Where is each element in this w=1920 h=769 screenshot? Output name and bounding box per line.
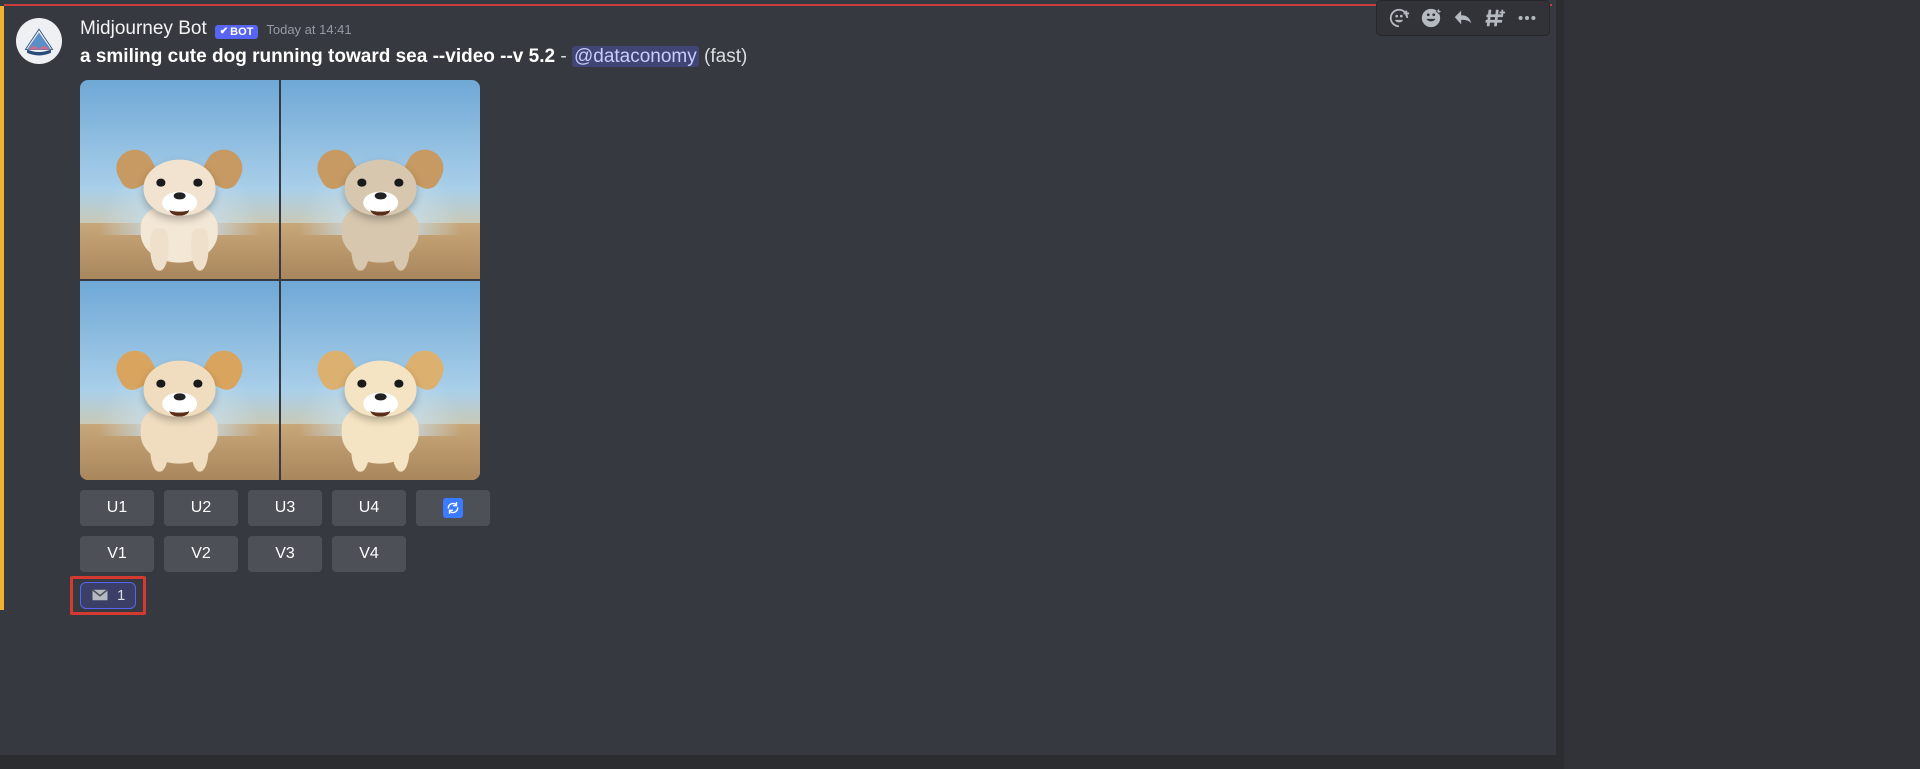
u4-button[interactable]: U4 [332, 490, 406, 526]
message: Midjourney Bot ✔ BOT Today at 14:41 a sm… [16, 18, 1540, 609]
upscale-row: U1 U2 U3 U4 [80, 490, 1540, 526]
v4-button[interactable]: V4 [332, 536, 406, 572]
variation-row: V1 V2 V3 V4 [80, 536, 1540, 572]
u3-button[interactable]: U3 [248, 490, 322, 526]
reply-icon[interactable] [1449, 5, 1477, 31]
envelope-icon [91, 588, 109, 602]
message-header: Midjourney Bot ✔ BOT Today at 14:41 [80, 18, 1540, 40]
mention-indicator-bar [0, 6, 4, 610]
reroll-button[interactable] [416, 490, 490, 526]
v1-button[interactable]: V1 [80, 536, 154, 572]
verified-check-icon: ✔ [220, 26, 228, 37]
v2-button[interactable]: V2 [164, 536, 238, 572]
bot-tag: ✔ BOT [215, 25, 259, 39]
reaction-wrap: 1 [80, 582, 136, 609]
image-tile-1[interactable] [80, 80, 279, 279]
u2-button[interactable]: U2 [164, 490, 238, 526]
new-message-divider [4, 4, 1552, 6]
image-grid[interactable] [80, 80, 480, 480]
scrollbar[interactable] [1556, 0, 1564, 769]
timestamp: Today at 14:41 [266, 22, 351, 37]
more-icon[interactable] [1513, 5, 1541, 31]
footer-bar [0, 755, 1564, 769]
bot-tag-label: BOT [230, 26, 253, 38]
create-thread-icon[interactable] [1481, 5, 1509, 31]
image-tile-3[interactable] [80, 281, 279, 480]
image-tile-4[interactable] [281, 281, 480, 480]
mode-text: (fast) [704, 46, 747, 67]
message-content: a smiling cute dog running toward sea --… [80, 44, 1540, 70]
reaction-count: 1 [117, 587, 125, 604]
user-mention[interactable]: @dataconomy [572, 46, 699, 67]
separator: - [560, 46, 566, 67]
image-tile-2[interactable] [281, 80, 480, 279]
envelope-reaction[interactable]: 1 [80, 582, 136, 609]
u1-button[interactable]: U1 [80, 490, 154, 526]
prompt-text: a smiling cute dog running toward sea --… [80, 46, 555, 67]
super-reaction-icon[interactable] [1417, 5, 1445, 31]
members-sidebar-placeholder [1564, 0, 1920, 769]
avatar[interactable] [16, 18, 62, 64]
v3-button[interactable]: V3 [248, 536, 322, 572]
author-name[interactable]: Midjourney Bot [80, 18, 207, 40]
message-hover-toolbar [1376, 0, 1550, 36]
add-reaction-icon[interactable] [1385, 5, 1413, 31]
refresh-icon [443, 498, 463, 518]
